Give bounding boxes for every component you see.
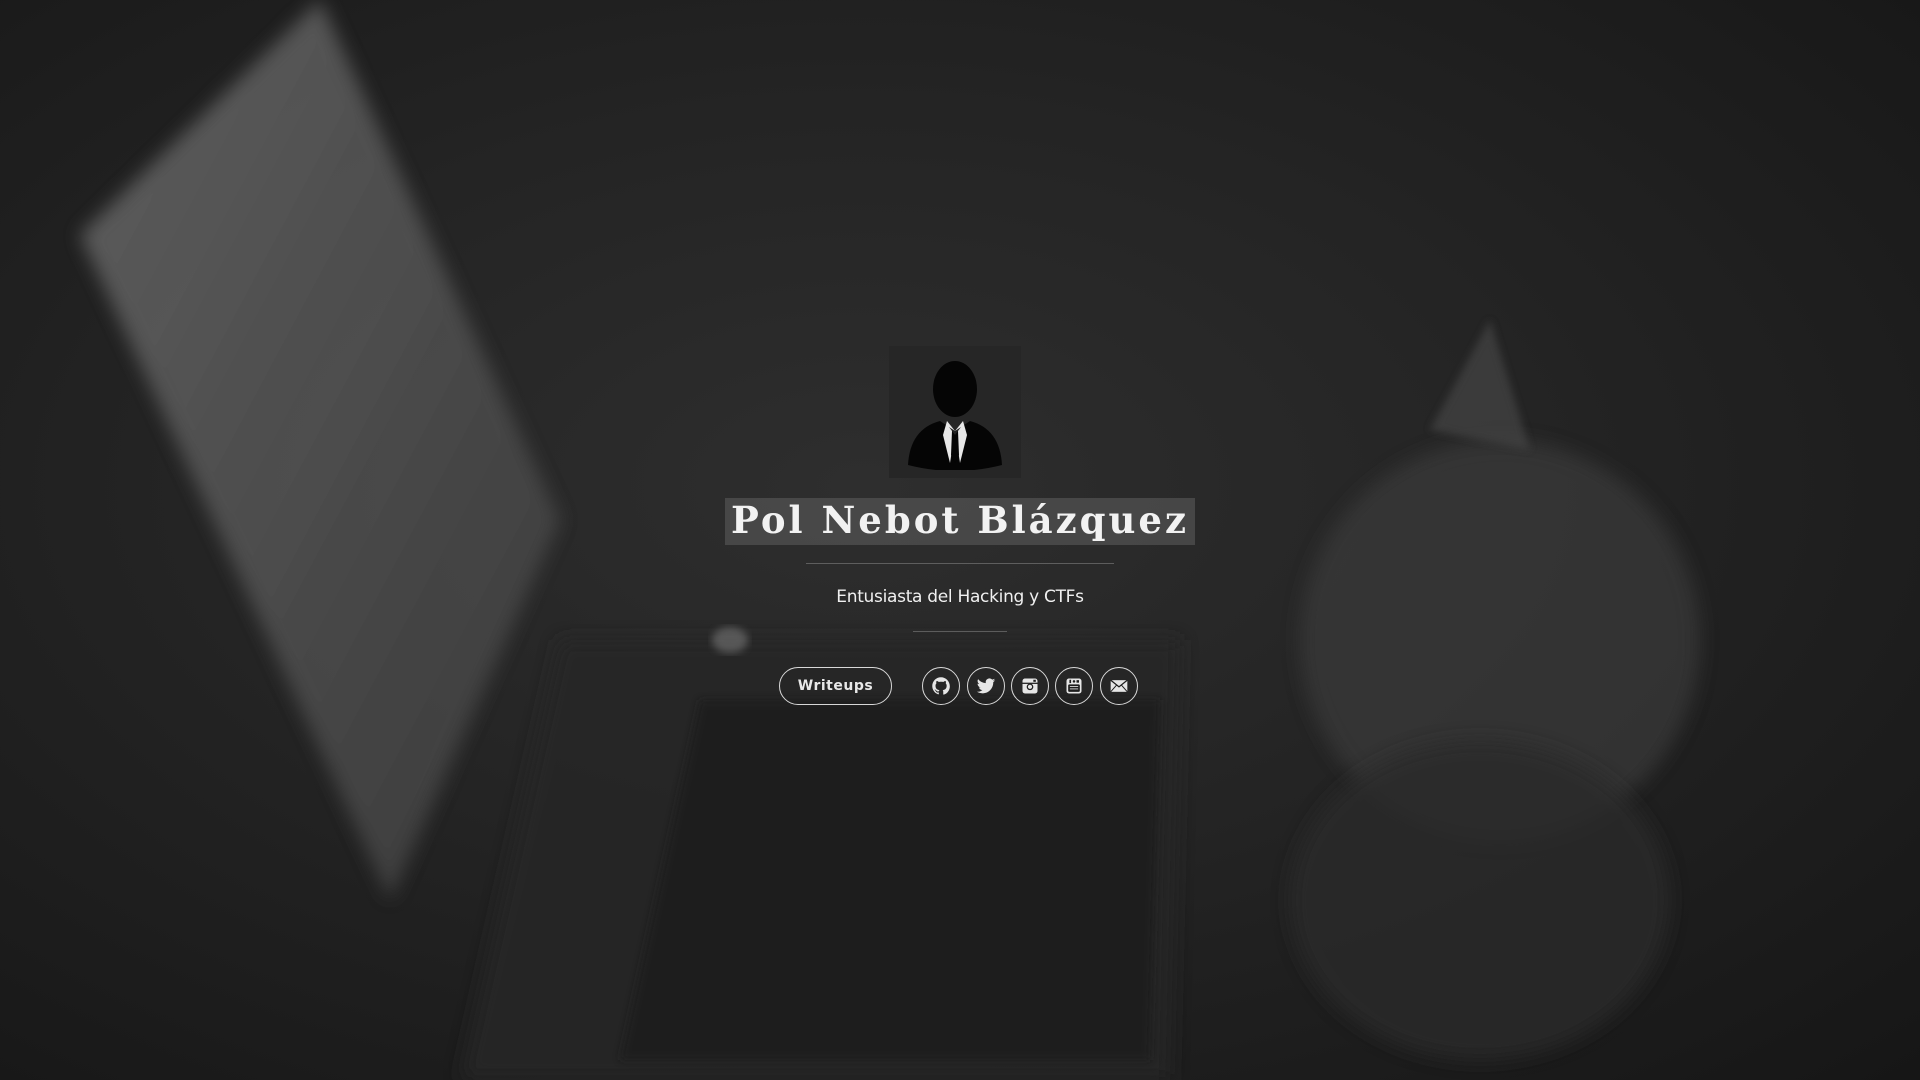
page-title: Pol Nebot Blázquez xyxy=(725,498,1195,545)
email-icon xyxy=(1110,679,1128,693)
person-silhouette-icon xyxy=(908,360,1002,470)
tagline: Entusiasta del Hacking y CTFs xyxy=(836,587,1084,607)
twitter-icon xyxy=(976,678,996,694)
email-link[interactable] xyxy=(1100,667,1138,705)
writeups-button[interactable]: Writeups xyxy=(779,667,892,705)
instagram-icon xyxy=(1022,678,1038,694)
title-divider xyxy=(806,563,1114,564)
github-link[interactable] xyxy=(922,667,960,705)
avatar xyxy=(889,346,1021,478)
tagline-divider xyxy=(913,631,1007,632)
hero-section: Pol Nebot Blázquez Entusiasta del Hackin… xyxy=(0,0,1920,1080)
instagram-link[interactable] xyxy=(1011,667,1049,705)
twitter-link[interactable] xyxy=(967,667,1005,705)
youtube-icon xyxy=(1066,678,1082,694)
youtube-link[interactable] xyxy=(1055,667,1093,705)
github-icon xyxy=(932,677,950,695)
